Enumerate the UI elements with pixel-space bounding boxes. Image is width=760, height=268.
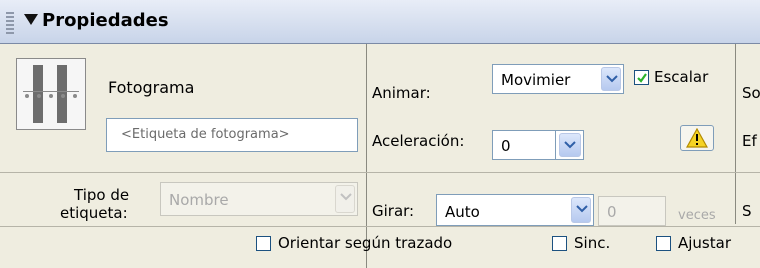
ease-input[interactable]: 0 [492, 130, 556, 160]
scale-label: Escalar [654, 68, 709, 86]
properties-panel: { "panel": { "title": "Propiedades" }, "… [0, 0, 760, 268]
times-label: veces [678, 208, 716, 223]
sync-checkbox[interactable] [552, 236, 567, 251]
chevron-down-icon[interactable] [571, 197, 591, 223]
frame-label: Fotograma [108, 78, 195, 97]
right-cut-3: S [742, 202, 752, 220]
scale-checkbox[interactable] [634, 70, 649, 85]
divider [366, 172, 760, 173]
frame-name-input[interactable]: <Etiqueta de fotograma> [106, 118, 358, 152]
label-type-select[interactable]: Nombre [160, 182, 358, 216]
divider [735, 44, 736, 224]
rotate-select[interactable]: Auto [436, 194, 594, 226]
rotate-times-value: 0 [607, 203, 617, 221]
animate-select[interactable]: Movimier [492, 64, 624, 94]
animate-label: Animar: [372, 84, 431, 102]
frame-icon [16, 58, 86, 130]
label-type-label-line1: Tipo de [74, 186, 130, 204]
ease-value: 0 [501, 137, 511, 155]
right-cut-2: Ef [742, 132, 757, 150]
ease-label: Aceleración: [372, 132, 465, 150]
snap-checkbox[interactable] [656, 236, 671, 251]
chevron-down-icon[interactable] [559, 133, 581, 157]
chevron-down-icon[interactable] [601, 67, 621, 91]
warning-button[interactable] [680, 125, 714, 151]
label-type-value: Nombre [169, 191, 229, 209]
rotate-times-input[interactable]: 0 [598, 196, 666, 226]
ease-dropdown-button[interactable] [556, 130, 584, 160]
chevron-down-icon[interactable] [335, 185, 355, 213]
animate-value: Movimier [501, 71, 571, 89]
orient-checkbox[interactable] [256, 236, 271, 251]
orient-label: Orientar según trazado [278, 234, 453, 252]
sync-label: Sinc. [574, 234, 611, 252]
rotate-value: Auto [445, 203, 480, 221]
panel-header[interactable]: Propiedades [0, 0, 760, 44]
drag-grip-icon[interactable] [6, 12, 14, 34]
panel-title: Propiedades [42, 10, 169, 31]
collapse-triangle-icon[interactable] [24, 14, 38, 25]
divider [0, 172, 366, 173]
rotate-label: Girar: [372, 202, 415, 220]
right-cut-1: So [742, 84, 760, 102]
warning-icon [686, 128, 708, 148]
divider [0, 226, 760, 227]
frame-name-placeholder: <Etiqueta de fotograma> [121, 127, 290, 142]
label-type-label-line2: etiqueta: [60, 204, 128, 222]
snap-label: Ajustar [678, 234, 731, 252]
